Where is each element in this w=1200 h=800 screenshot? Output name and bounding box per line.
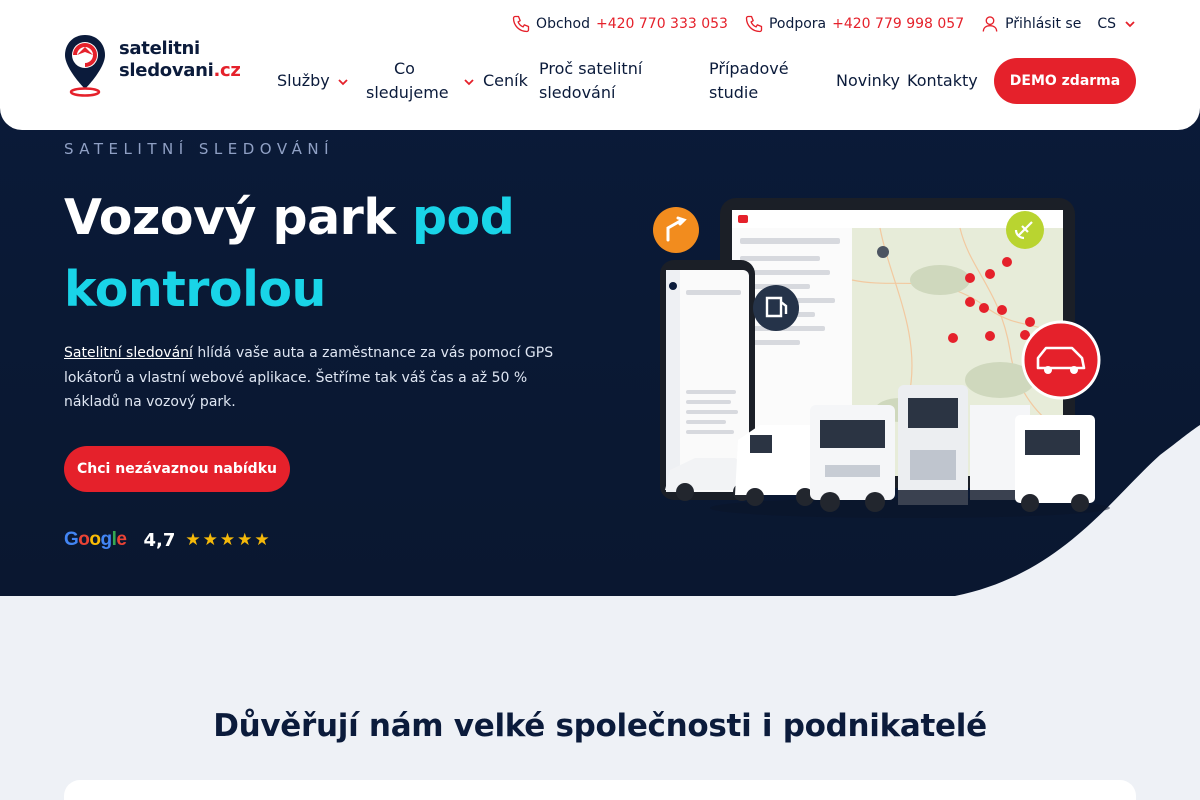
- google-rating: Google 4,7 ★★★★★: [64, 526, 272, 554]
- top-contact-bar: Obchod +420 770 333 053 Podpora +420 779…: [511, 12, 1136, 36]
- headline-accent-1: pod: [411, 189, 515, 246]
- hero-devices-illustration: [653, 198, 1110, 518]
- rating-value: 4,7: [143, 529, 176, 551]
- nav-item-co-sledujeme[interactable]: Co sledujeme: [366, 57, 474, 105]
- nav-item-cenik[interactable]: Ceník: [483, 69, 528, 93]
- chevron-down-icon: [464, 79, 474, 86]
- chevron-down-icon: [338, 79, 348, 86]
- support-contact[interactable]: Podpora +420 779 998 057: [744, 14, 964, 34]
- logo-pin-icon: [65, 35, 105, 97]
- nav-label-line1: Proč satelitní: [539, 59, 643, 78]
- site-header: satelitni sledovani.cz Obchod +420 770 3…: [0, 0, 1200, 130]
- site-logo[interactable]: satelitni sledovani.cz: [64, 33, 264, 99]
- phone-icon: [745, 15, 763, 33]
- rating-stars: ★★★★★: [185, 530, 272, 550]
- sales-contact[interactable]: Obchod +420 770 333 053: [511, 14, 728, 34]
- nav-item-sluzby[interactable]: Služby: [277, 69, 348, 93]
- logo-tld: .cz: [213, 60, 241, 81]
- nav-item-proc[interactable]: Proč satelitní sledování: [539, 57, 642, 105]
- language-label: CS: [1097, 16, 1116, 32]
- headline-accent-2: kontrolou: [64, 261, 326, 318]
- hero-headline: Vozový park pod kontrolou: [64, 182, 604, 326]
- login-label: Přihlásit se: [1005, 16, 1082, 32]
- nav-label-line1: Co: [394, 59, 415, 78]
- route-icon: [653, 207, 699, 253]
- trust-title: Důvěřují nám velké společnosti i podnika…: [213, 708, 987, 744]
- nav-label: Ceník: [483, 71, 528, 90]
- hero-lead: Satelitní sledování hlídá vaše auta a za…: [64, 341, 584, 415]
- lead-link[interactable]: Satelitní sledování: [64, 345, 193, 361]
- nav-item-kontakty[interactable]: Kontakty: [907, 69, 978, 93]
- nav-label: Služby: [277, 71, 330, 90]
- nav-label-line2: sledování: [539, 83, 616, 102]
- support-label: Podpora: [768, 16, 827, 32]
- cta-button[interactable]: Chci nezávaznou nabídku: [64, 446, 290, 492]
- client-logos-card: [64, 780, 1136, 800]
- nav-item-pripadove-studie[interactable]: Případové studie: [709, 57, 789, 105]
- google-logo: Google: [64, 529, 127, 550]
- nav-label-line1: Případové: [709, 59, 789, 78]
- demo-button[interactable]: DEMO zdarma: [994, 58, 1136, 104]
- user-icon: [982, 16, 998, 32]
- nav-item-novinky[interactable]: Novinky: [836, 69, 900, 93]
- hero-eyebrow: SATELITNÍ SLEDOVÁNÍ: [64, 140, 335, 158]
- nav-label-line2: studie: [709, 83, 759, 102]
- fuel-icon: [753, 285, 799, 331]
- headline-white: Vozový park: [64, 189, 412, 246]
- nav-label: Novinky: [836, 71, 900, 90]
- nav-label-line2: sledujeme: [366, 83, 449, 102]
- nav-label: Kontakty: [907, 71, 978, 90]
- logo-line2: sledovani: [119, 60, 214, 81]
- sales-label: Obchod: [536, 16, 590, 32]
- logo-line1: satelitni: [119, 38, 200, 59]
- login-link[interactable]: Přihlásit se: [980, 14, 1081, 34]
- support-phone[interactable]: +420 779 998 057: [832, 16, 964, 32]
- phone-icon: [512, 15, 530, 33]
- chevron-down-icon: [1125, 21, 1135, 28]
- language-switcher[interactable]: CS: [1097, 16, 1136, 32]
- sales-phone[interactable]: +420 770 333 053: [596, 16, 728, 32]
- logo-wordmark: satelitni sledovani.cz: [119, 38, 241, 82]
